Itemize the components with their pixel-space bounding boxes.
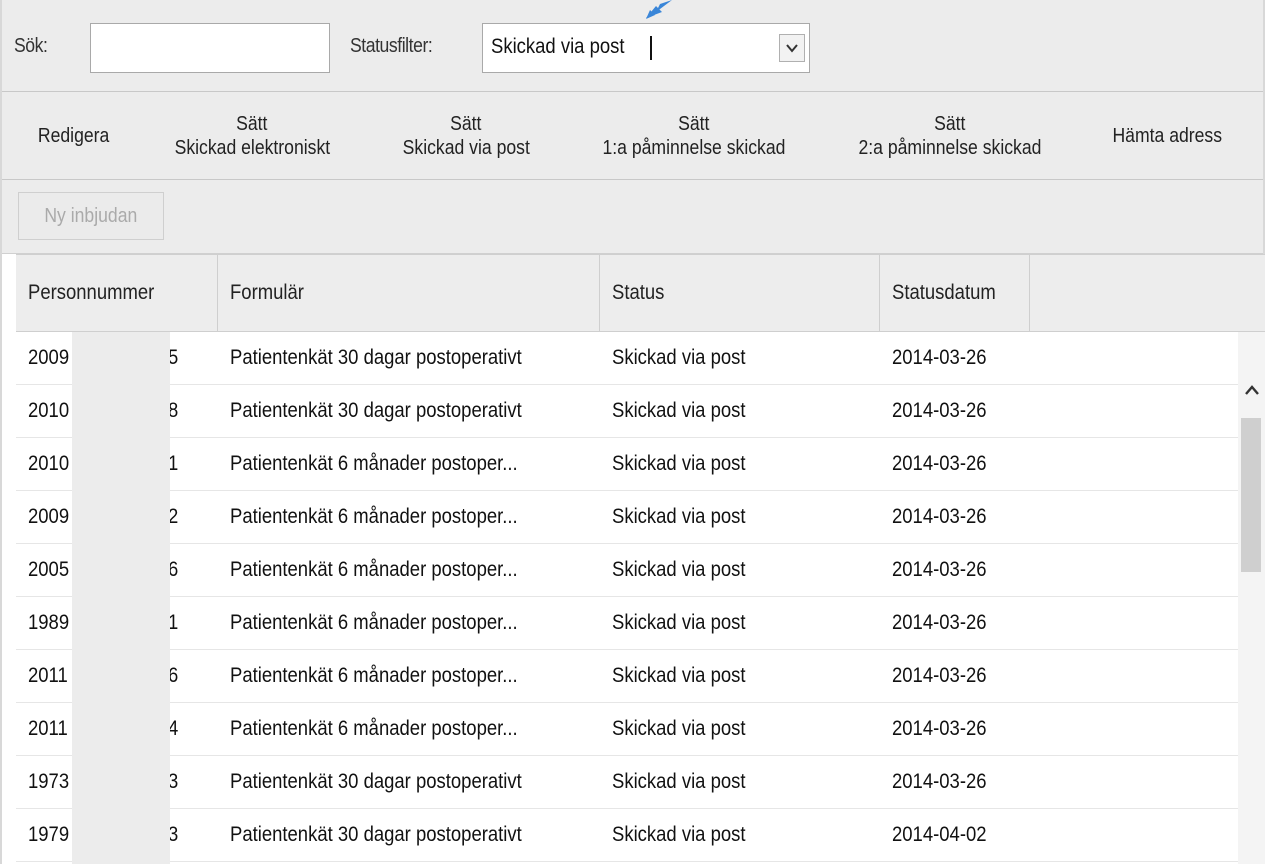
cell-status: Skickad via post: [612, 399, 746, 422]
table-row[interactable]: 1979 3 Patientenkät 30 dagar postoperativt…: [16, 809, 1238, 862]
cell-formular: Patientenkät 6 månader postoper...: [230, 558, 518, 581]
pointer-arrow-icon: [646, 0, 672, 19]
cell-statusdatum: 2014-03-26: [892, 664, 987, 687]
column-header-formular[interactable]: Formulär: [218, 255, 600, 331]
action-toolbar: Redigera Sätt Skickad elektroniskt Sätt …: [2, 92, 1263, 180]
table-row[interactable]: 1973 3 Patientenkät 30 dagar postoperativt…: [16, 756, 1238, 809]
cell-status: Skickad via post: [612, 611, 746, 634]
cell-personnummer-start: 2009: [28, 346, 70, 369]
edit-button[interactable]: Redigera: [16, 92, 132, 180]
cell-statusdatum: 2014-03-26: [892, 558, 987, 581]
set-sent-by-post-button[interactable]: Sätt Skickad via post: [378, 92, 554, 180]
cell-status: Skickad via post: [612, 770, 746, 793]
redaction-mask: [72, 332, 170, 864]
column-header-statusdatum[interactable]: Statusdatum: [880, 255, 1030, 331]
cell-personnummer-start: 2011: [28, 717, 68, 740]
table-row[interactable]: 2009 5 Patientenkät 30 dagar postoperativt…: [16, 332, 1238, 385]
cell-status: Skickad via post: [612, 452, 746, 475]
search-label: Sök:: [14, 35, 48, 57]
cell-formular: Patientenkät 30 dagar postoperativt: [230, 399, 522, 422]
scroll-up-button[interactable]: [1238, 376, 1265, 404]
cell-status: Skickad via post: [612, 664, 746, 687]
search-input[interactable]: [90, 23, 330, 73]
new-invitation-button[interactable]: Ny inbjudan: [18, 192, 164, 240]
cell-statusdatum: 2014-03-26: [892, 717, 987, 740]
table-row[interactable]: 2009 2 Patientenkät 6 månader postoper... S…: [16, 491, 1238, 544]
chevron-down-icon: [786, 44, 798, 53]
cell-personnummer-start: 2009: [28, 505, 70, 528]
cell-formular: Patientenkät 6 månader postoper...: [230, 452, 518, 475]
column-header-personnummer[interactable]: Personnummer: [16, 255, 218, 331]
cell-formular: Patientenkät 6 månader postoper...: [230, 717, 518, 740]
cell-statusdatum: 2014-03-26: [892, 505, 987, 528]
set-second-reminder-button[interactable]: Sätt 2:a påminnelse skickad: [830, 92, 1070, 180]
cell-status: Skickad via post: [612, 823, 746, 846]
filter-bar: Sök: Statusfilter: Skickad via post: [2, 0, 1263, 92]
cell-personnummer-start: 2010: [28, 452, 70, 475]
cell-status: Skickad via post: [612, 346, 746, 369]
cell-formular: Patientenkät 6 månader postoper...: [230, 611, 518, 634]
invitation-panel: Sök: Statusfilter: Skickad via post Redi…: [0, 0, 1265, 864]
cell-formular: Patientenkät 6 månader postoper...: [230, 505, 518, 528]
cell-status: Skickad via post: [612, 717, 746, 740]
table-row[interactable]: 2010 1 Patientenkät 6 månader postoper... S…: [16, 438, 1238, 491]
cell-formular: Patientenkät 30 dagar postoperativt: [230, 770, 522, 793]
fetch-address-button[interactable]: Hämta adress: [1092, 92, 1242, 180]
status-filter-value[interactable]: Skickad via post: [491, 24, 625, 70]
cell-personnummer-start: 2005: [28, 558, 70, 581]
cell-statusdatum: 2014-03-26: [892, 452, 987, 475]
cell-statusdatum: 2014-03-26: [892, 399, 987, 422]
cell-statusdatum: 2014-03-26: [892, 611, 987, 634]
column-header-status[interactable]: Status: [600, 255, 880, 331]
cell-statusdatum: 2014-03-26: [892, 770, 987, 793]
vertical-scrollbar[interactable]: [1238, 332, 1265, 864]
set-sent-electronically-button[interactable]: Sätt Skickad elektroniskt: [152, 92, 352, 180]
cell-status: Skickad via post: [612, 558, 746, 581]
secondary-toolbar: Ny inbjudan: [2, 180, 1263, 254]
table-row[interactable]: 2011 4 Patientenkät 6 månader postoper... S…: [16, 703, 1238, 756]
cell-personnummer-start: 1973: [28, 770, 70, 793]
table-row[interactable]: 2005 6 Patientenkät 6 månader postoper... S…: [16, 544, 1238, 597]
cell-personnummer-start: 1989: [28, 611, 70, 634]
table-row[interactable]: 1989 1 Patientenkät 6 månader postoper... S…: [16, 597, 1238, 650]
cell-formular: Patientenkät 30 dagar postoperativt: [230, 823, 522, 846]
cell-personnummer-start: 2010: [28, 399, 70, 422]
text-cursor: [650, 36, 652, 60]
table-row[interactable]: 2011 6 Patientenkät 6 månader postoper... S…: [16, 650, 1238, 703]
cell-statusdatum: 2014-03-26: [892, 346, 987, 369]
cell-personnummer-start: 2011: [28, 664, 68, 687]
cell-statusdatum: 2014-04-02: [892, 823, 987, 846]
cell-personnummer-start: 1979: [28, 823, 70, 846]
cell-status: Skickad via post: [612, 505, 746, 528]
table-header: Personnummer Formulär Status Statusdatum: [16, 254, 1265, 332]
status-filter-select[interactable]: Skickad via post: [482, 23, 810, 73]
dropdown-button[interactable]: [779, 34, 805, 62]
table-body: 2009 5 Patientenkät 30 dagar postoperativt…: [16, 332, 1238, 864]
status-filter-label: Statusfilter:: [350, 35, 433, 57]
chevron-up-icon: [1244, 385, 1259, 395]
table-row[interactable]: 2010 8 Patientenkät 30 dagar postoperativt…: [16, 385, 1238, 438]
cell-formular: Patientenkät 30 dagar postoperativt: [230, 346, 522, 369]
set-first-reminder-button[interactable]: Sätt 1:a påminnelse skickad: [574, 92, 814, 180]
cell-formular: Patientenkät 6 månader postoper...: [230, 664, 518, 687]
scroll-thumb[interactable]: [1241, 418, 1261, 572]
